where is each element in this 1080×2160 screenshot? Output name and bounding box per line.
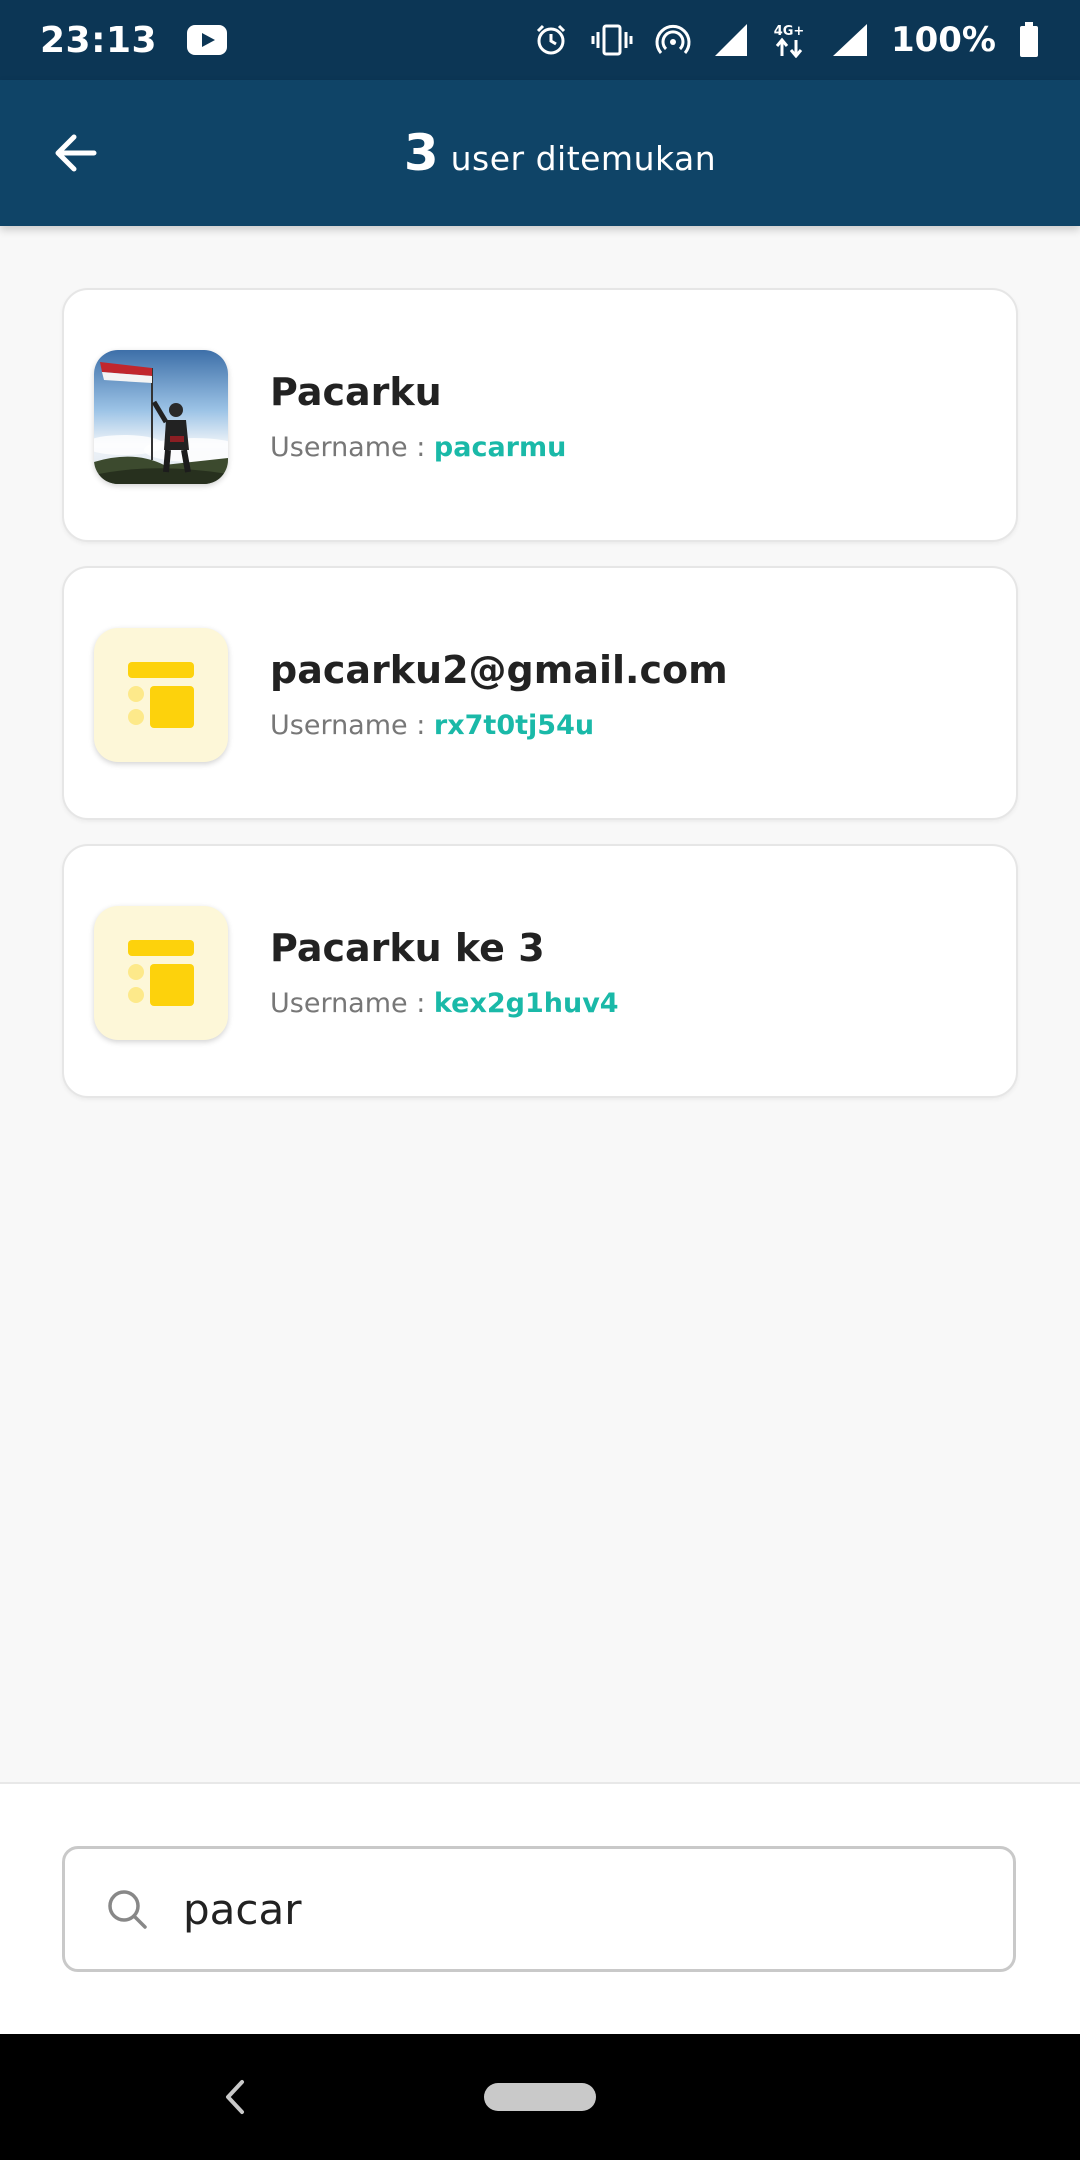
default-layout-icon: [94, 906, 228, 1040]
signal-icon: [714, 24, 747, 56]
battery-icon: [1020, 22, 1038, 57]
status-time: 23:13: [40, 19, 158, 61]
search-input[interactable]: pacar: [62, 1846, 1016, 1972]
user-list: Pacarku Username : pacarmu pacarku2@gmai…: [62, 288, 1018, 1122]
result-count: 3: [403, 124, 439, 182]
default-layout-icon: [94, 628, 228, 762]
nav-home-pill[interactable]: [484, 2083, 596, 2111]
status-icons: 4G+ 100%: [533, 20, 1040, 60]
data-4g-icon: 4G+: [774, 24, 805, 58]
arrow-left-icon: [55, 134, 97, 172]
alarm-icon: [536, 24, 566, 55]
vibrate-icon: [591, 24, 633, 56]
app-bar: 3 user ditemukan: [0, 80, 1080, 226]
search-area: pacar: [0, 1782, 1080, 2034]
system-nav-bar: [0, 2034, 1080, 2160]
user-name: Pacarku ke 3: [270, 926, 545, 970]
user-username-row: Username : pacarmu: [270, 432, 566, 463]
hotspot-icon: [655, 24, 691, 54]
user-card[interactable]: pacarku2@gmail.com Username : rx7t0tj54u: [62, 566, 1018, 820]
user-username-row: Username : rx7t0tj54u: [270, 710, 594, 741]
back-button[interactable]: [50, 128, 100, 178]
signal-icon-2: [832, 24, 867, 56]
title-text: user ditemukan: [450, 139, 717, 178]
username-label: Username :: [270, 988, 434, 1019]
username-label: Username :: [270, 432, 434, 463]
username-value: rx7t0tj54u: [433, 710, 595, 741]
search-icon: [108, 1890, 147, 1929]
user-card[interactable]: Pacarku ke 3 Username : kex2g1huv4: [62, 844, 1018, 1098]
page-title: 3 user ditemukan: [404, 124, 716, 182]
username-label: Username :: [270, 710, 434, 741]
svg-text:4G+: 4G+: [774, 24, 805, 39]
user-avatar-photo: [94, 350, 228, 484]
user-name: Pacarku: [270, 370, 442, 414]
nav-back-icon[interactable]: [220, 2074, 250, 2120]
username-value: pacarmu: [433, 432, 567, 463]
battery-percent: 100%: [890, 20, 996, 60]
search-value[interactable]: pacar: [183, 1885, 302, 1934]
status-bar: 23:13 4G+ 100%: [0, 0, 1080, 80]
user-card[interactable]: Pacarku Username : pacarmu: [62, 288, 1018, 542]
user-username-row: Username : kex2g1huv4: [270, 988, 619, 1019]
username-value: kex2g1huv4: [433, 988, 619, 1019]
youtube-icon: [187, 25, 228, 55]
user-name: pacarku2@gmail.com: [270, 648, 728, 692]
